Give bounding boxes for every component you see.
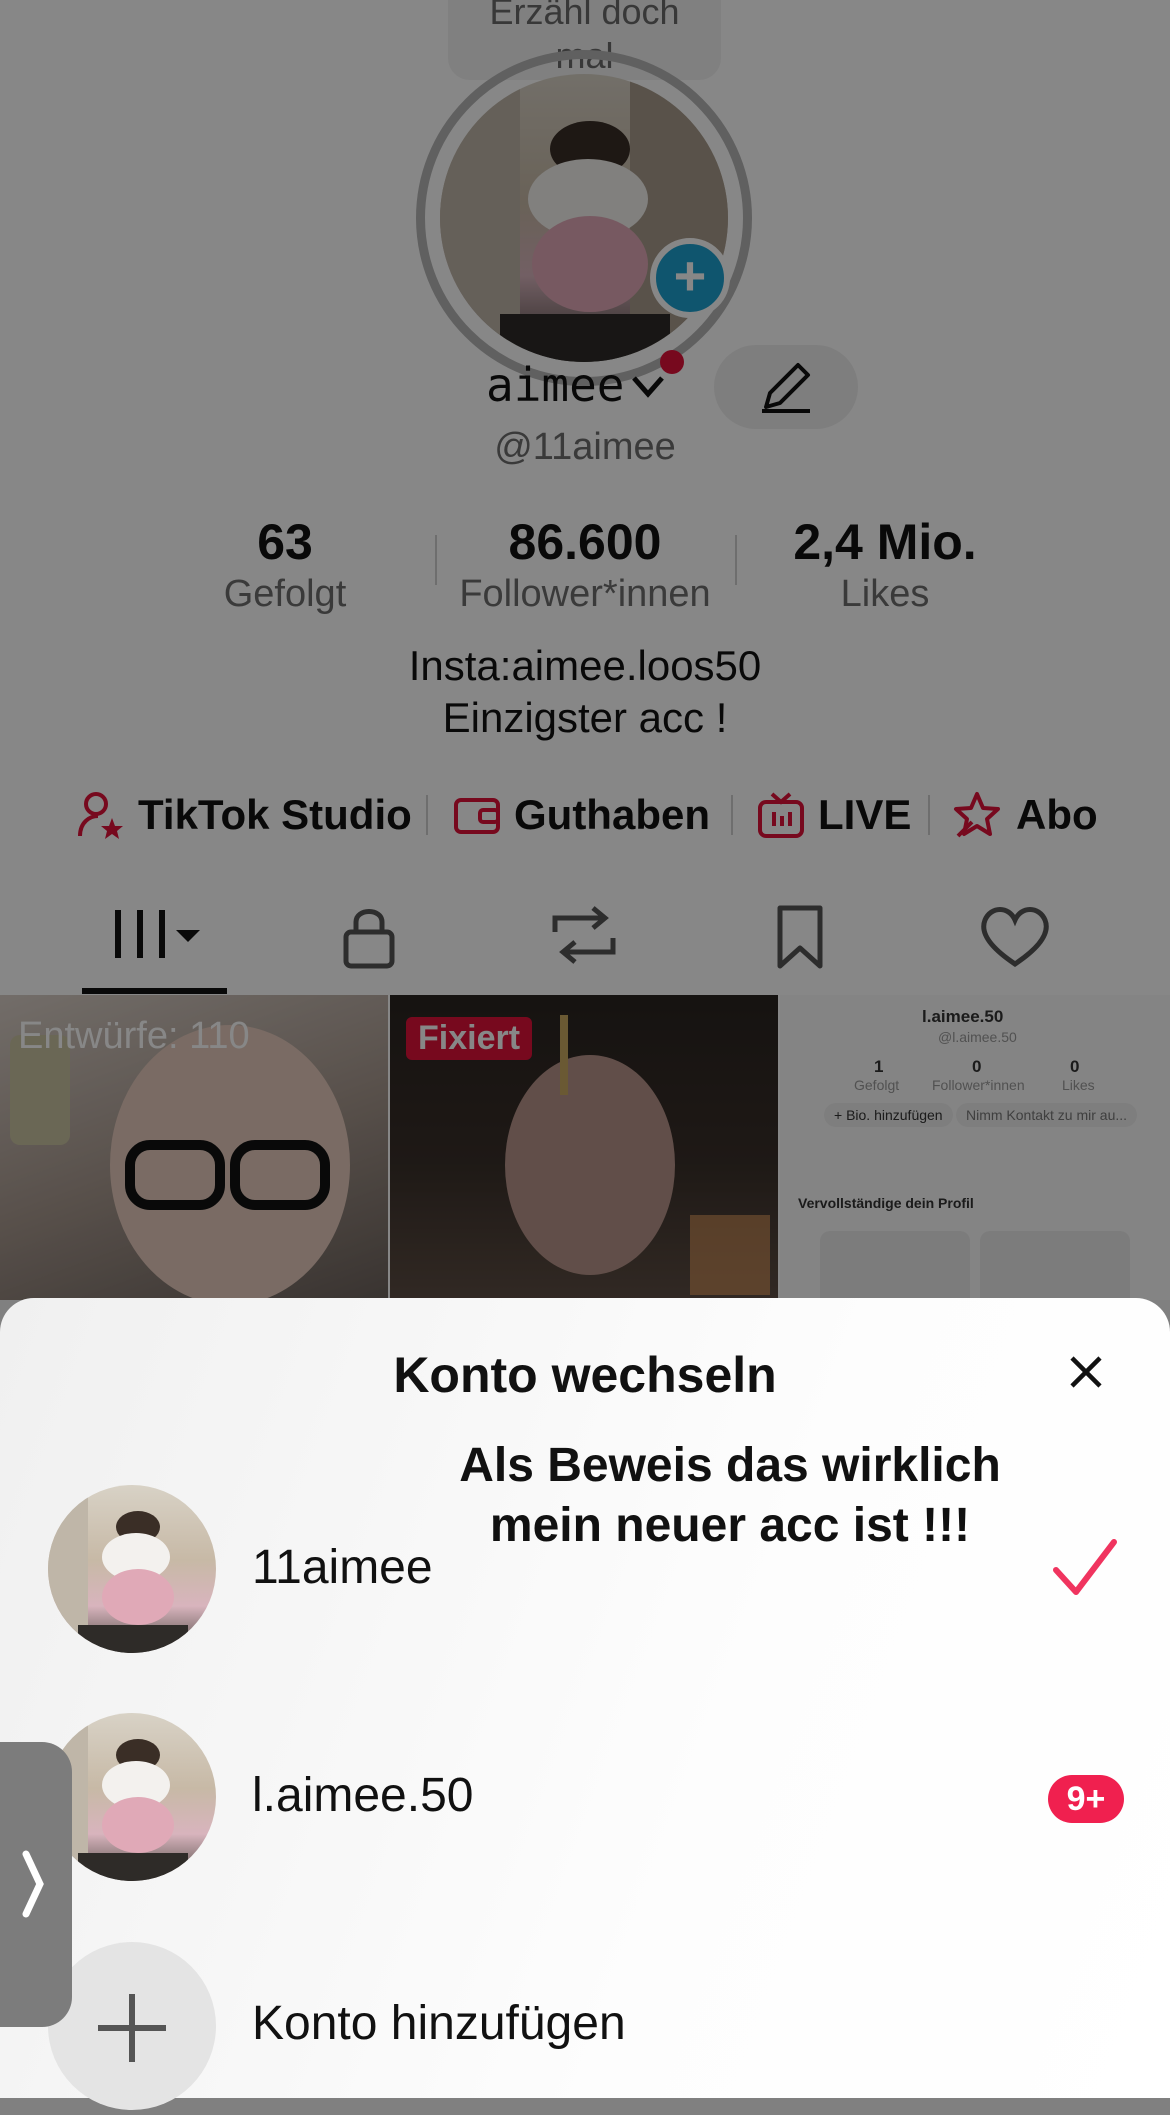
add-account-button[interactable] bbox=[48, 1942, 216, 2110]
sheet-title: Konto wechseln bbox=[393, 1347, 777, 1403]
account-avatar[interactable] bbox=[48, 1485, 216, 1653]
caption-line: Als Beweis das wirklich bbox=[459, 1439, 1001, 1492]
account-name[interactable]: l.aimee.50 bbox=[252, 1768, 473, 1823]
account-name[interactable]: 11aimee bbox=[252, 1540, 433, 1595]
checkmark-icon bbox=[1053, 1539, 1117, 1595]
notification-badge: 9+ bbox=[1048, 1775, 1124, 1823]
account-avatar-image bbox=[48, 1485, 188, 1653]
caption-line: mein neuer acc ist !!! bbox=[489, 1499, 971, 1552]
side-panel-handle[interactable] bbox=[0, 1742, 72, 2027]
profile-page: Erzähl doch mal + aimee @11aimee 63 Gefo… bbox=[0, 0, 1170, 1300]
plus-icon bbox=[98, 1994, 166, 2062]
account-avatar[interactable] bbox=[48, 1713, 216, 1881]
chevron-right-icon bbox=[22, 1850, 44, 1918]
close-icon[interactable] bbox=[1066, 1352, 1106, 1392]
add-account-label[interactable]: Konto hinzufügen bbox=[252, 1996, 626, 2051]
caption-overlay: Als Beweis das wirklich mein neuer acc i… bbox=[440, 1436, 1020, 1556]
modal-backdrop[interactable] bbox=[0, 0, 1170, 1300]
account-avatar-image bbox=[48, 1713, 188, 1881]
